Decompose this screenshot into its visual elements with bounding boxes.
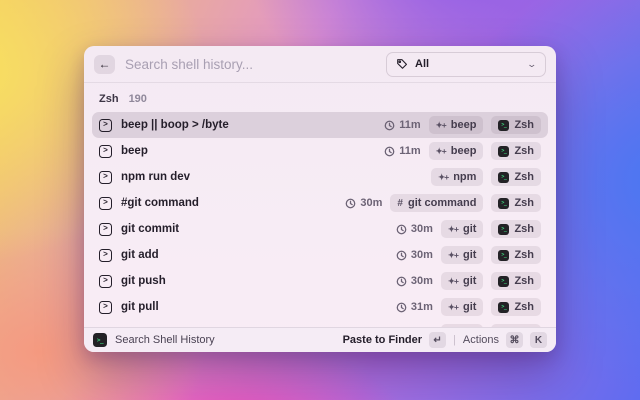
alias-badge: ✦+ beep <box>429 116 484 134</box>
terminal-prompt-icon: > <box>99 301 112 314</box>
shell-badge: >_ Zsh <box>491 194 541 212</box>
clock-icon <box>384 120 395 131</box>
sparkles-icon: ✦+ <box>448 276 458 287</box>
clock-icon <box>396 276 407 287</box>
last-used-time: 31m <box>396 301 433 313</box>
history-row[interactable]: > #git command 30m # git command >_ Zsh <box>92 190 548 216</box>
terminal-prompt-icon: > <box>99 119 112 132</box>
history-row[interactable]: > git add 30m ✦+ git >_ Zsh <box>92 242 548 268</box>
zsh-terminal-icon: >_ <box>498 224 509 235</box>
tag-icon <box>396 58 408 70</box>
command-key-icon: ⌘ <box>506 332 523 348</box>
sparkles-icon: ✦+ <box>448 250 458 261</box>
command-title: git pull <box>121 301 159 313</box>
sparkles-icon: ✦+ <box>436 146 446 157</box>
alias-badge: ✦+ npm <box>431 168 483 186</box>
last-used-time: 11m <box>384 145 420 157</box>
shell-badge: >_ Zsh <box>491 220 541 238</box>
search-input[interactable] <box>125 57 376 72</box>
command-title: git push <box>121 275 166 287</box>
clock-icon <box>396 250 407 261</box>
history-row[interactable]: > beep || boop > /byte 11m ✦+ beep >_ Zs… <box>92 112 548 138</box>
footer-divider: | <box>453 334 456 346</box>
zsh-terminal-icon: >_ <box>498 146 509 157</box>
command-title: beep || boop > /byte <box>121 119 229 131</box>
search-bar: ← All ⌄ <box>84 46 556 83</box>
sparkles-icon: ✦+ <box>436 120 446 131</box>
alias-badge: ✦+ git <box>441 220 484 238</box>
command-title: npm run dev <box>121 171 190 183</box>
primary-action-button[interactable]: Paste to Finder <box>343 334 422 346</box>
action-bar: >_ Search Shell History Paste to Finder … <box>84 327 556 352</box>
back-arrow-icon: ← <box>99 57 111 71</box>
clock-icon <box>384 146 395 157</box>
section-title: Zsh <box>99 93 119 105</box>
command-title: beep <box>121 145 148 157</box>
terminal-prompt-icon: > <box>99 275 112 288</box>
command-title: git add <box>121 249 159 261</box>
sparkles-icon: ✦+ <box>438 172 448 183</box>
terminal-prompt-icon: > <box>99 249 112 262</box>
shell-badge: >_ Zsh <box>491 298 541 316</box>
k-key-icon: K <box>530 332 547 348</box>
results-list: Zsh 190 > beep || boop > /byte 11m ✦+ be… <box>84 84 556 327</box>
actions-menu-button[interactable]: Actions <box>463 334 499 346</box>
chevron-down-icon: ⌄ <box>527 59 538 70</box>
shell-badge: >_ Zsh <box>491 116 541 134</box>
alias-badge: ✦+ git <box>441 246 484 264</box>
history-row[interactable]: > git commit 30m ✦+ git >_ Zsh <box>92 216 548 242</box>
terminal-prompt-icon: > <box>99 171 112 184</box>
last-used-time: 30m <box>396 223 433 235</box>
history-row[interactable]: > git fetch 31m ✦+ git >_ Zsh <box>92 320 548 327</box>
return-key-icon: ↵ <box>429 332 446 348</box>
zsh-terminal-icon: >_ <box>498 276 509 287</box>
shell-badge: >_ Zsh <box>491 168 541 186</box>
shell-history-app-icon: >_ <box>93 333 107 347</box>
history-row[interactable]: > git push 30m ✦+ git >_ Zsh <box>92 268 548 294</box>
zsh-terminal-icon: >_ <box>498 302 509 313</box>
shell-badge: >_ Zsh <box>491 246 541 264</box>
history-row[interactable]: > beep 11m ✦+ beep >_ Zsh <box>92 138 548 164</box>
history-row[interactable]: > git pull 31m ✦+ git >_ Zsh <box>92 294 548 320</box>
alias-badge: ✦+ git <box>441 272 484 290</box>
section-count: 190 <box>129 93 147 105</box>
last-used-time: 30m <box>396 249 433 261</box>
zsh-terminal-icon: >_ <box>498 120 509 131</box>
sparkles-icon: ✦+ <box>448 302 458 313</box>
raycast-window: ← All ⌄ Zsh 190 > beep || boop > /byte 1… <box>84 46 556 352</box>
shell-badge: >_ Zsh <box>491 142 541 160</box>
hashtag-icon: # <box>397 198 403 209</box>
sparkles-icon: ✦+ <box>448 224 458 235</box>
terminal-prompt-icon: > <box>99 197 112 210</box>
shell-badge: >_ Zsh <box>491 272 541 290</box>
zsh-terminal-icon: >_ <box>498 250 509 261</box>
last-used-time: 30m <box>396 275 433 287</box>
last-used-time: 30m <box>345 197 382 209</box>
zsh-terminal-icon: >_ <box>498 198 509 209</box>
section-header: Zsh 190 <box>92 84 548 112</box>
tag-filter-dropdown[interactable]: All ⌄ <box>386 52 546 77</box>
clock-icon <box>396 302 407 313</box>
clock-icon <box>396 224 407 235</box>
clock-icon <box>345 198 356 209</box>
zsh-terminal-icon: >_ <box>498 172 509 183</box>
extension-name: Search Shell History <box>115 334 215 346</box>
alias-badge: ✦+ git <box>441 298 484 316</box>
command-title: git commit <box>121 223 179 235</box>
back-button[interactable]: ← <box>94 55 115 74</box>
terminal-prompt-icon: > <box>99 145 112 158</box>
command-title: #git command <box>121 197 199 209</box>
tag-badge: # git command <box>390 194 483 212</box>
history-row[interactable]: > npm run dev ✦+ npm >_ Zsh <box>92 164 548 190</box>
terminal-prompt-icon: > <box>99 223 112 236</box>
filter-selected-value: All <box>415 58 429 70</box>
last-used-time: 11m <box>384 119 420 131</box>
alias-badge: ✦+ beep <box>429 142 484 160</box>
